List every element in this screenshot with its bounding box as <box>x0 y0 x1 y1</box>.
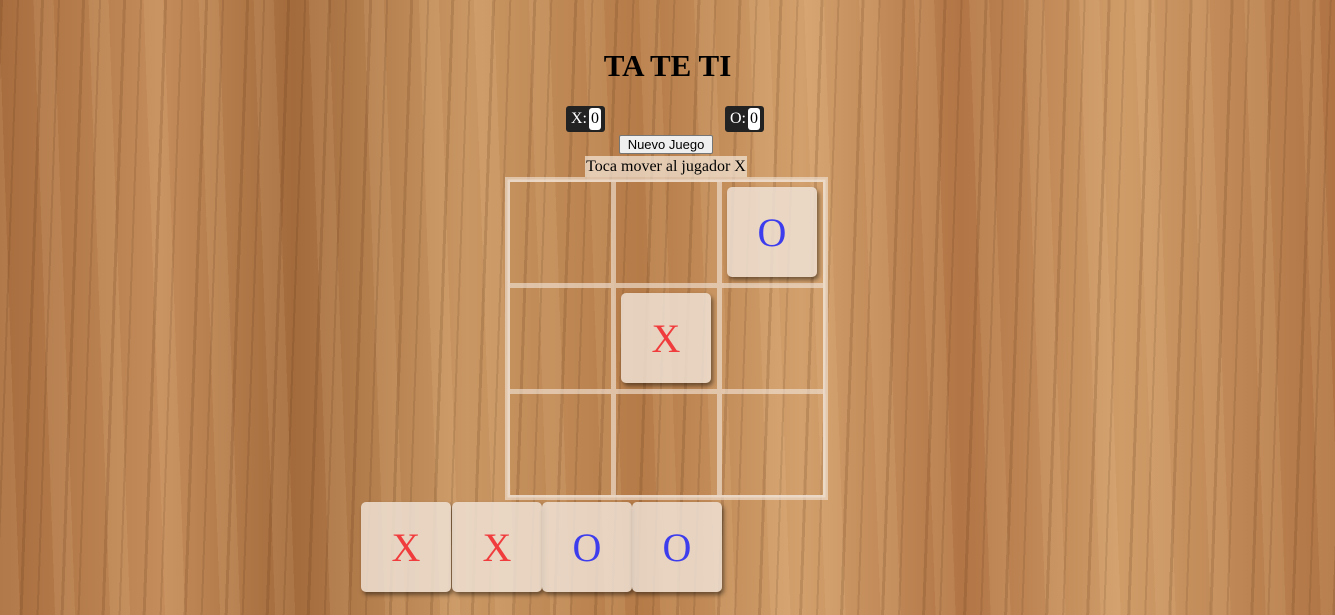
turn-status: Toca mover al jugador X <box>585 156 747 177</box>
score-x: X: 0 <box>566 106 605 132</box>
board-cell[interactable] <box>616 394 717 495</box>
tray-piece[interactable]: X <box>452 502 542 592</box>
board-piece[interactable]: O <box>727 187 817 277</box>
score-o-label: O: <box>730 110 746 127</box>
board-cell[interactable] <box>510 394 611 495</box>
board-cell[interactable]: X <box>616 288 717 389</box>
new-game-button[interactable]: Nuevo Juego <box>619 135 713 154</box>
board-cell[interactable] <box>510 288 611 389</box>
score-x-label: X: <box>571 110 587 127</box>
score-x-value: 0 <box>589 108 601 130</box>
game-title: TA TE TI <box>603 48 732 83</box>
game-board: O X <box>505 177 828 500</box>
tray-piece[interactable]: O <box>632 502 722 592</box>
board-cell[interactable] <box>722 394 823 495</box>
board-piece[interactable]: X <box>621 293 711 383</box>
board-cell[interactable] <box>616 182 717 283</box>
board-cell[interactable] <box>510 182 611 283</box>
tray-piece[interactable]: O <box>542 502 632 592</box>
tray-piece[interactable]: X <box>361 502 451 592</box>
score-o-value: 0 <box>748 108 760 130</box>
score-o: O: 0 <box>725 106 764 132</box>
board-cell[interactable]: O <box>722 182 823 283</box>
board-cell[interactable] <box>722 288 823 389</box>
